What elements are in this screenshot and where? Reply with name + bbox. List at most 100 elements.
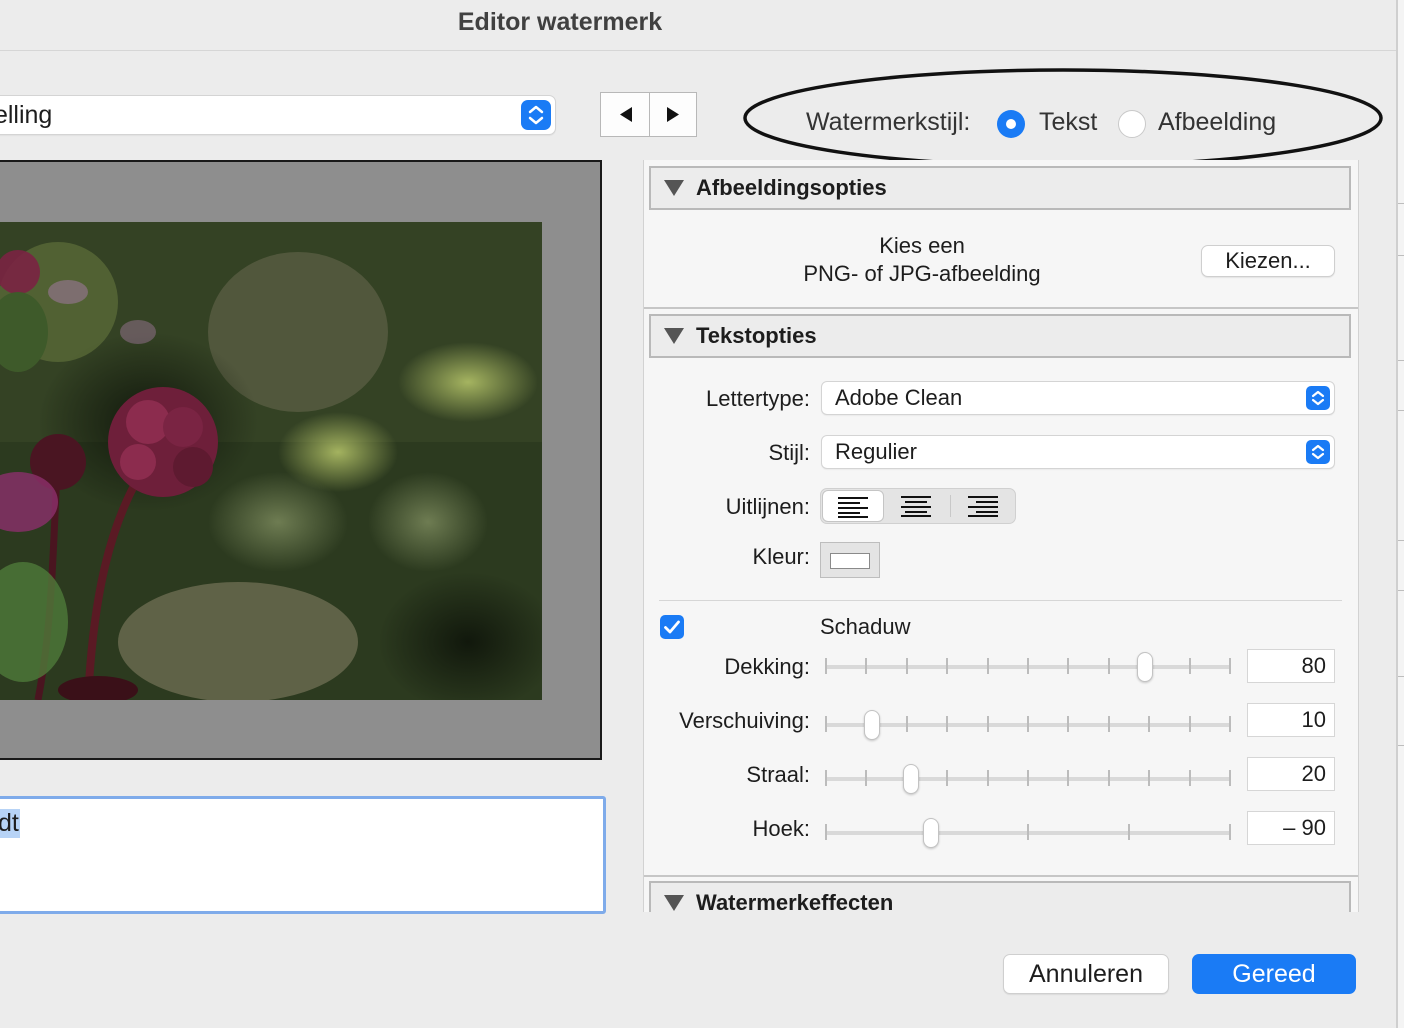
- select-stepper-icon: [1306, 386, 1330, 410]
- slider-tick: [865, 658, 867, 674]
- radius-field[interactable]: 20: [1247, 757, 1335, 791]
- slider-tick: [1148, 716, 1150, 732]
- angle-slider[interactable]: [825, 818, 1231, 848]
- angle-field[interactable]: – 90: [1247, 811, 1335, 845]
- background-line: [1398, 360, 1404, 361]
- previous-button[interactable]: [601, 93, 649, 136]
- color-well[interactable]: [820, 542, 880, 578]
- choose-image-button[interactable]: Kiezen...: [1201, 245, 1335, 277]
- section-divider: [644, 875, 1358, 877]
- style-select[interactable]: Regulier: [821, 435, 1335, 469]
- shadow-divider: [659, 600, 1342, 601]
- slider-tick: [1229, 658, 1231, 674]
- align-left-icon: [838, 497, 868, 518]
- angle-label: Hoek:: [752, 816, 810, 841]
- radio-text-label[interactable]: Tekst: [1039, 108, 1097, 137]
- watermark-text-value: dt: [0, 809, 20, 838]
- watermark-text-input[interactable]: dt: [0, 796, 606, 914]
- slider-thumb[interactable]: [903, 764, 919, 794]
- slider-tick: [906, 716, 908, 732]
- align-right-icon: [968, 496, 998, 517]
- color-swatch: [830, 553, 870, 569]
- window-title: Editor watermerk: [457, 8, 663, 36]
- radius-slider[interactable]: [825, 764, 1231, 794]
- radio-image[interactable]: [1118, 110, 1146, 138]
- slider-thumb[interactable]: [1137, 652, 1153, 682]
- shadow-checkbox[interactable]: [660, 615, 684, 639]
- slider-tick: [1229, 824, 1231, 840]
- slider-tick: [1108, 716, 1110, 732]
- font-label: Lettertype:: [706, 386, 810, 411]
- section-divider: [644, 307, 1358, 309]
- background-line: [1398, 590, 1404, 591]
- slider-tick: [1108, 770, 1110, 786]
- slider-tick: [1027, 770, 1029, 786]
- image-hint-line1: Kies een: [879, 233, 965, 258]
- background-line: [1398, 410, 1404, 411]
- triangle-right-icon: [667, 107, 679, 122]
- slider-tick: [1067, 770, 1069, 786]
- offset-label: Verschuiving:: [679, 708, 810, 733]
- slider-tick: [1027, 716, 1029, 732]
- text-options-header[interactable]: Tekstopties: [649, 314, 1351, 358]
- slider-tick: [987, 716, 989, 732]
- image-options-header[interactable]: Afbeeldingsopties: [649, 166, 1351, 210]
- cancel-button[interactable]: Annuleren: [1003, 954, 1169, 994]
- watermark-preview: [0, 160, 602, 760]
- shadow-label: Schaduw: [820, 614, 911, 639]
- opacity-field[interactable]: 80: [1247, 649, 1335, 683]
- slider-tick: [1067, 716, 1069, 732]
- font-select[interactable]: Adobe Clean: [821, 381, 1335, 415]
- preview-nav-group: [600, 92, 697, 137]
- background-line: [1398, 745, 1404, 746]
- triangle-left-icon: [620, 107, 632, 122]
- offset-field[interactable]: 10: [1247, 703, 1335, 737]
- slider-tick: [946, 658, 948, 674]
- select-stepper-icon: [1306, 440, 1330, 464]
- segment-divider: [950, 495, 951, 517]
- image-options-title: Afbeeldingsopties: [696, 175, 887, 200]
- offset-slider[interactable]: [825, 710, 1231, 740]
- checkmark-icon: [664, 620, 680, 634]
- slider-tick: [1067, 658, 1069, 674]
- slider-tick: [1189, 770, 1191, 786]
- slider-thumb[interactable]: [923, 818, 939, 848]
- done-button[interactable]: Gereed: [1192, 954, 1356, 994]
- opacity-slider[interactable]: [825, 652, 1231, 682]
- align-right-button[interactable]: [952, 490, 1014, 522]
- slider-tick: [865, 770, 867, 786]
- slider-tick: [987, 658, 989, 674]
- slider-tick: [1108, 658, 1110, 674]
- title-bar: Editor watermerk: [0, 0, 1398, 51]
- align-label: Uitlijnen:: [725, 494, 810, 519]
- radio-text[interactable]: [997, 110, 1025, 138]
- align-center-icon: [901, 496, 931, 517]
- effects-header[interactable]: Watermerkeffecten: [649, 881, 1351, 912]
- color-label: Kleur:: [752, 544, 810, 569]
- slider-tick: [987, 770, 989, 786]
- slider-tick: [1027, 824, 1029, 840]
- style-value: Regulier: [835, 439, 917, 464]
- preview-photo: [0, 222, 542, 700]
- style-label: Stijl:: [768, 440, 810, 465]
- preset-select[interactable]: telling: [0, 95, 556, 135]
- preset-value: telling: [0, 101, 53, 129]
- slider-thumb[interactable]: [864, 710, 880, 740]
- next-button[interactable]: [650, 93, 698, 136]
- effects-title: Watermerkeffecten: [696, 890, 894, 912]
- slider-tick: [1148, 770, 1150, 786]
- align-segmented-control: [820, 488, 1016, 524]
- slider-tick: [906, 658, 908, 674]
- radio-image-label[interactable]: Afbeelding: [1158, 108, 1276, 137]
- align-left-button[interactable]: [822, 490, 884, 522]
- disclosure-triangle-icon: [664, 895, 684, 911]
- align-center-button[interactable]: [885, 490, 947, 522]
- slider-tick: [1229, 770, 1231, 786]
- background-line: [1398, 540, 1404, 541]
- slider-tick: [825, 824, 827, 840]
- watermark-style-label: Watermerkstijl:: [806, 108, 971, 136]
- slider-tick: [825, 658, 827, 674]
- select-stepper-icon: [521, 100, 551, 130]
- slider-tick: [1189, 658, 1191, 674]
- slider-tick: [1128, 824, 1130, 840]
